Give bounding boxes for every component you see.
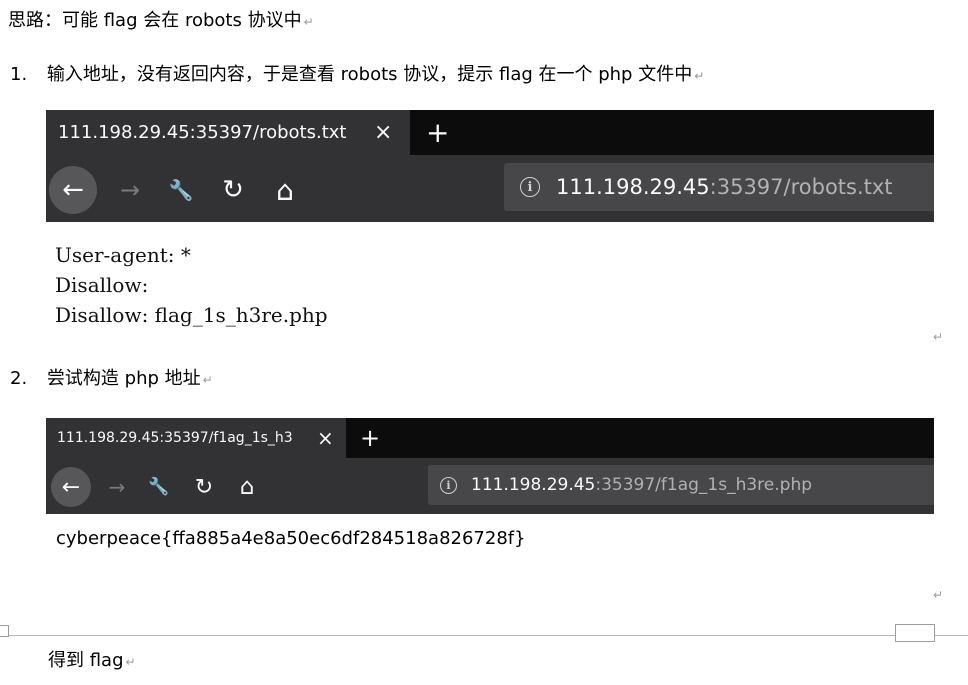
- wrench-icon[interactable]: 🔧: [145, 467, 173, 507]
- url-host: 111.198.29.45: [471, 475, 596, 495]
- tab-flag-page[interactable]: 111.198.29.45:35397/f1ag_1s_h3 ×: [46, 418, 346, 458]
- paragraph-mark-icon: ↵: [202, 373, 213, 387]
- info-icon[interactable]: i: [520, 177, 540, 197]
- reload-icon[interactable]: ↻: [216, 166, 250, 214]
- toolbar: ← → 🔧 ↻ ⌂ i 111.198.29.45:35397/robots.t…: [46, 155, 934, 222]
- reload-icon[interactable]: ↻: [190, 467, 218, 507]
- paragraph-mark-icon: ↵: [933, 330, 944, 344]
- browser-screenshot-flag: 111.198.29.45:35397/f1ag_1s_h3 × + ← → 🔧…: [46, 418, 934, 514]
- conclusion-line: 得到 flag ↵: [48, 649, 136, 674]
- forward-arrow-icon[interactable]: →: [102, 467, 132, 507]
- margin-marker-left: [0, 625, 9, 637]
- tab-title: 111.198.29.45:35397/f1ag_1s_h3: [57, 430, 293, 446]
- url-bar[interactable]: i 111.198.29.45:35397/robots.txt: [504, 163, 934, 211]
- tab-title: 111.198.29.45:35397/robots.txt: [58, 122, 347, 143]
- wrench-icon[interactable]: 🔧: [164, 166, 198, 214]
- home-icon[interactable]: ⌂: [233, 467, 261, 507]
- forward-arrow-icon[interactable]: →: [110, 166, 150, 214]
- robots-content: User-agent: * Disallow: Disallow: flag_1…: [55, 240, 328, 330]
- close-icon[interactable]: ×: [317, 426, 334, 450]
- paragraph-mark-icon: ↵: [694, 69, 705, 83]
- close-icon[interactable]: ×: [374, 120, 392, 145]
- flag-result-text: cyberpeace{ffa885a4e8a50ec6df284518a8267…: [56, 528, 526, 549]
- conclusion-text: 得到 flag: [48, 650, 124, 671]
- url-bar[interactable]: i 111.198.29.45:35397/f1ag_1s_h3re.php: [428, 465, 934, 505]
- back-arrow-icon[interactable]: ←: [51, 467, 91, 507]
- paragraph-mark-icon: ↵: [933, 588, 944, 602]
- step-2-number: 2.: [10, 368, 28, 389]
- url-host: 111.198.29.45: [556, 175, 710, 199]
- step-1-line: 1. 输入地址，没有返回内容，于是查看 robots 协议，提示 flag 在一…: [10, 63, 704, 88]
- tab-robots[interactable]: 111.198.29.45:35397/robots.txt ×: [46, 110, 410, 155]
- robots-line: Disallow:: [55, 273, 149, 297]
- plus-icon[interactable]: +: [426, 110, 449, 155]
- url-path: :35397/f1ag_1s_h3re.php: [595, 475, 813, 495]
- tab-strip: 111.198.29.45:35397/robots.txt × +: [46, 110, 934, 155]
- step-1-number: 1.: [10, 64, 28, 85]
- robots-line: Disallow: flag_1s_h3re.php: [55, 303, 328, 327]
- paragraph-mark-icon: ↵: [303, 15, 314, 29]
- back-arrow-icon[interactable]: ←: [49, 166, 97, 214]
- toolbar: ← → 🔧 ↻ ⌂ i 111.198.29.45:35397/f1ag_1s_…: [46, 458, 934, 514]
- margin-marker-right: [895, 624, 935, 642]
- plus-icon[interactable]: +: [360, 418, 380, 458]
- step-2-text: 尝试构造 php 地址: [46, 368, 201, 389]
- browser-screenshot-robots: 111.198.29.45:35397/robots.txt × + ← → 🔧…: [46, 110, 934, 222]
- intro-text: 思路：可能 flag 会在 robots 协议中: [8, 10, 302, 31]
- info-icon[interactable]: i: [440, 476, 457, 494]
- tab-strip: 111.198.29.45:35397/f1ag_1s_h3 × +: [46, 418, 934, 458]
- paragraph-mark-icon: ↵: [125, 655, 136, 669]
- step-1-text: 输入地址，没有返回内容，于是查看 robots 协议，提示 flag 在一个 p…: [46, 64, 693, 85]
- step-2-line: 2. 尝试构造 php 地址 ↵: [10, 367, 213, 392]
- robots-line: User-agent: *: [55, 243, 191, 267]
- intro-line: 思路：可能 flag 会在 robots 协议中 ↵: [8, 9, 314, 34]
- url-path: :35397/robots.txt: [709, 175, 893, 199]
- page-divider: [0, 635, 968, 636]
- home-icon[interactable]: ⌂: [268, 166, 302, 214]
